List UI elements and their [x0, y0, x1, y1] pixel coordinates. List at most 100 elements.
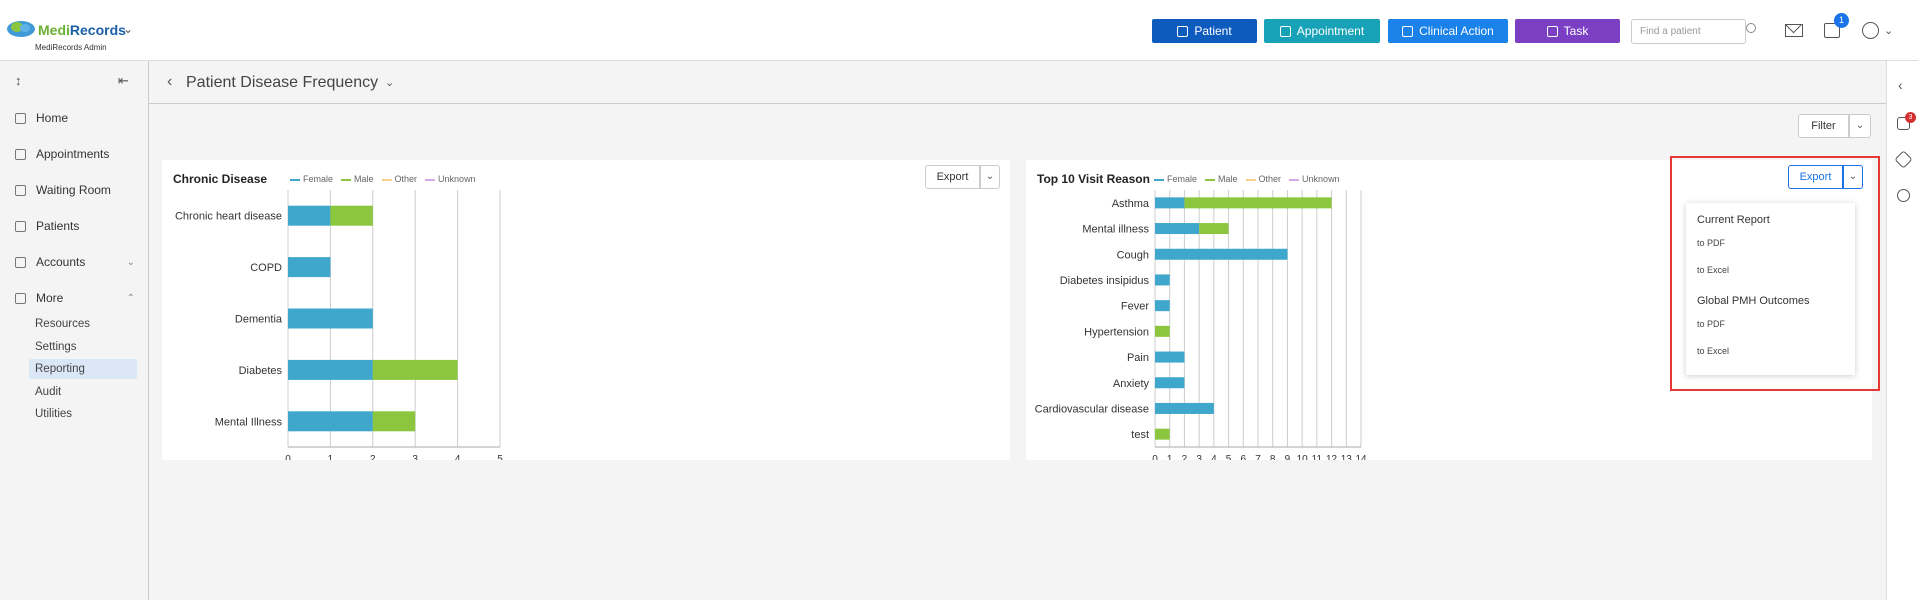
user-avatar-icon[interactable] [1862, 22, 1879, 39]
sidebar-item-home[interactable]: Home [15, 111, 135, 125]
y-category-label: Mental Illness [215, 416, 283, 428]
export-menu: Current Report to PDF to Excel Global PM… [1686, 203, 1855, 375]
x-tick-label: 2 [1182, 454, 1188, 460]
sidebar-item-appointments[interactable]: Appointments [15, 147, 135, 161]
sidebar-item-more[interactable]: More ⌃ [15, 291, 135, 305]
x-tick-label: 11 [1312, 454, 1323, 460]
bar-segment-female [288, 308, 373, 329]
bar-segment-female [1155, 402, 1214, 414]
bar-segment-male [1199, 223, 1229, 235]
notification-badge: 3 [1905, 112, 1916, 123]
y-category-label: Anxiety [1113, 378, 1150, 390]
sidebar-subitem-reporting[interactable]: Reporting [29, 359, 137, 379]
x-tick-label: 4 [1211, 454, 1217, 460]
back-chevron-icon[interactable]: ‹ [167, 73, 172, 91]
sidebar: ↕ ⇤ Home Appointments Waiting Room Patie… [0, 61, 149, 600]
y-category-label: test [1131, 429, 1149, 441]
folder-icon [15, 292, 26, 304]
brand-subtitle: MediRecords Admin [35, 43, 107, 52]
sidebar-subitem-settings[interactable]: Settings [29, 337, 137, 357]
export-section-title: Current Report [1697, 214, 1770, 226]
new-patient-button[interactable]: Patient [1152, 19, 1257, 43]
task-button[interactable]: Task [1515, 19, 1620, 43]
chevron-down-icon[interactable]: ⌄ [385, 76, 394, 89]
bar-segment-male [1155, 325, 1170, 337]
sidebar-item-waiting-room[interactable]: Waiting Room [15, 183, 135, 197]
y-category-label: Chronic heart disease [175, 211, 282, 223]
x-tick-label: 12 [1326, 454, 1338, 460]
medirecords-logo-icon [7, 21, 35, 37]
y-category-label: Dementia [235, 314, 283, 326]
y-category-label: Diabetes [239, 365, 283, 377]
y-category-label: Pain [1127, 352, 1149, 364]
dropdown-caret [1815, 196, 1829, 203]
bar-segment-female [288, 359, 373, 380]
y-category-label: Hypertension [1084, 326, 1149, 338]
bar-segment-female [1155, 248, 1288, 260]
new-appointment-button[interactable]: Appointment [1264, 19, 1380, 43]
export-current-pdf[interactable]: to PDF [1697, 238, 1725, 248]
chevron-down-icon[interactable]: ⌄ [123, 22, 133, 36]
bar-segment-female [288, 257, 331, 278]
bar-segment-female [1155, 351, 1185, 363]
export-button[interactable]: Export [1788, 165, 1843, 189]
export-global-excel[interactable]: to Excel [1697, 346, 1729, 356]
bar-segment-male [330, 205, 373, 226]
x-tick-label: 5 [497, 454, 503, 460]
export-section-title: Global PMH Outcomes [1697, 295, 1810, 307]
export-current-excel[interactable]: to Excel [1697, 265, 1729, 275]
bar-segment-female [1155, 197, 1185, 209]
x-tick-label: 2 [370, 454, 376, 460]
x-tick-label: 1 [1167, 454, 1173, 460]
calendar-badge: 1 [1834, 13, 1849, 28]
bar-segment-male [1155, 428, 1170, 440]
x-tick-label: 7 [1255, 454, 1261, 460]
mail-icon[interactable] [1785, 24, 1803, 37]
y-category-label: COPD [250, 262, 282, 274]
export-dropdown-toggle[interactable]: ⌄ [1843, 165, 1863, 189]
people-icon [15, 184, 26, 196]
x-tick-label: 6 [1241, 454, 1247, 460]
x-tick-label: 3 [1196, 454, 1202, 460]
person-add-icon [1177, 25, 1189, 37]
clinical-icon [1402, 25, 1414, 37]
bar-segment-female [1155, 274, 1170, 286]
bar-segment-female [288, 411, 373, 432]
export-global-pdf[interactable]: to PDF [1697, 319, 1725, 329]
collapse-sidebar-icon[interactable]: ⇤ [118, 73, 129, 89]
chevron-left-icon[interactable]: ‹ [1898, 77, 1903, 93]
calendar-icon [15, 148, 26, 160]
bar-segment-female [1155, 377, 1185, 389]
folder-icon [15, 256, 26, 268]
bar-segment-female [288, 205, 331, 226]
page-title[interactable]: Patient Disease Frequency [186, 74, 378, 92]
bar-segment-male [372, 411, 416, 432]
clinical-action-button[interactable]: Clinical Action [1388, 19, 1508, 43]
y-category-label: Fever [1121, 301, 1149, 313]
bar-segment-male [372, 359, 458, 380]
sidebar-subitem-audit[interactable]: Audit [29, 382, 137, 402]
patient-search-input[interactable]: Find a patient [1631, 19, 1746, 44]
chevron-up-icon: ⌃ [126, 292, 135, 304]
bar-segment-female [1155, 223, 1200, 235]
sidebar-item-patients[interactable]: Patients [15, 219, 135, 233]
pin-icon[interactable] [1894, 150, 1913, 169]
x-tick-label: 10 [1297, 454, 1309, 460]
search-icon[interactable] [1746, 23, 1756, 33]
resize-icon[interactable]: ↕ [15, 73, 22, 88]
x-tick-label: 14 [1355, 454, 1367, 460]
chevron-down-icon[interactable]: ⌄ [1884, 24, 1893, 37]
x-tick-label: 5 [1226, 454, 1232, 460]
filter-button[interactable]: Filter [1798, 114, 1849, 138]
brand-name[interactable]: MediRecords [38, 22, 126, 38]
sidebar-subitem-resources[interactable]: Resources [29, 314, 137, 334]
y-category-label: Cough [1117, 249, 1149, 261]
y-category-label: Mental illness [1082, 224, 1149, 236]
sidebar-item-accounts[interactable]: Accounts ⌄ [15, 255, 135, 269]
filter-dropdown-toggle[interactable]: ⌄ [1849, 114, 1871, 138]
at-icon[interactable] [1897, 189, 1910, 202]
clipboard-icon [1546, 25, 1558, 37]
sidebar-subitem-utilities[interactable]: Utilities [29, 404, 137, 424]
chronic-disease-panel: Chronic Disease Female Male Other Unknow… [162, 160, 1010, 460]
x-tick-label: 8 [1270, 454, 1276, 460]
